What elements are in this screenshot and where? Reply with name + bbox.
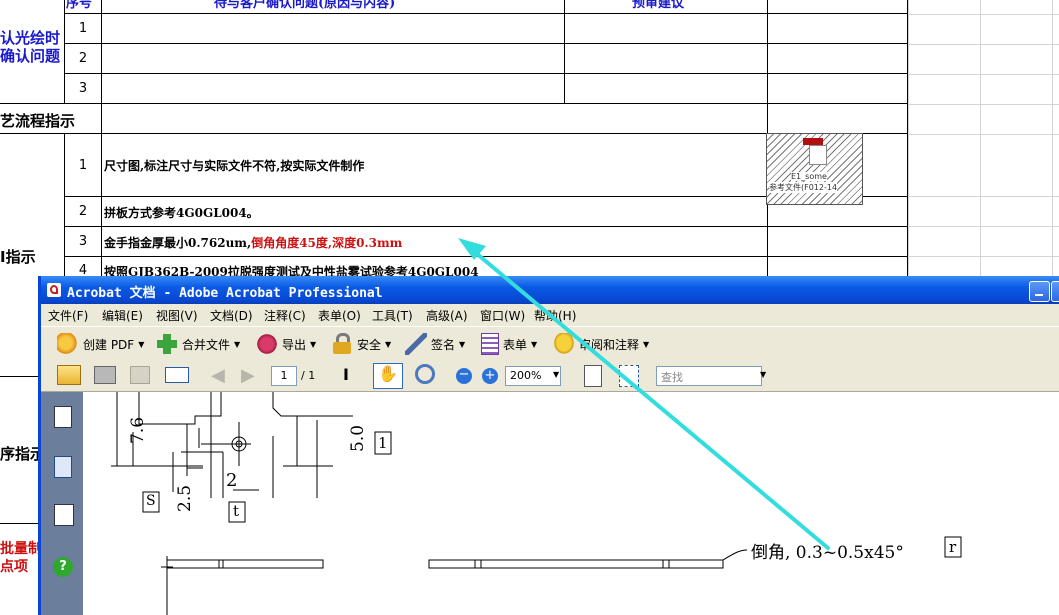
annotation-arrow (458, 238, 830, 550)
